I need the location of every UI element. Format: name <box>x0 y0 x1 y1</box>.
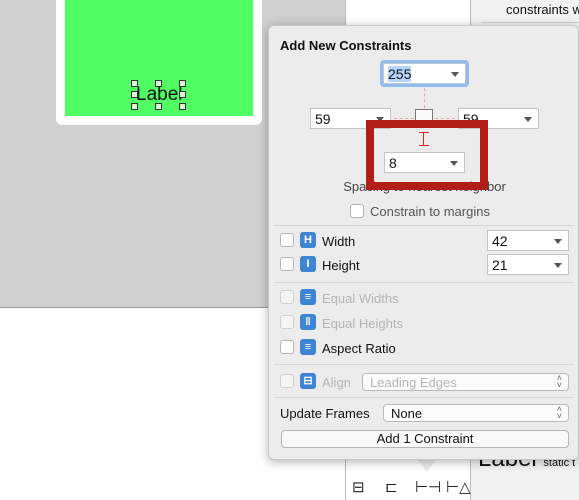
update-frames-label: Update Frames <box>280 406 370 421</box>
right-constraint-indicator[interactable] <box>435 118 455 119</box>
top-spacing-value: 255 <box>388 66 412 82</box>
resize-handle[interactable] <box>131 103 138 110</box>
height-checkbox[interactable] <box>280 257 294 271</box>
equal-widths-label: Equal Widths <box>322 291 399 306</box>
height-label: Height <box>322 258 360 273</box>
width-field[interactable]: 42 <box>487 230 569 251</box>
top-constraint-indicator[interactable] <box>424 88 425 108</box>
equal-heights-checkbox[interactable] <box>280 315 294 329</box>
width-checkbox[interactable] <box>280 233 294 247</box>
update-frames-select[interactable]: None ˄ ˅ <box>383 404 569 422</box>
popover-title: Add New Constraints <box>280 38 412 53</box>
align-label: Align <box>322 375 351 390</box>
align-value: Leading Edges <box>370 375 457 390</box>
resize-handle[interactable] <box>131 80 138 87</box>
stack-icon[interactable]: ⊟ <box>352 478 365 496</box>
resize-handle[interactable] <box>155 80 162 87</box>
pin-icon[interactable]: ⊢⊣ <box>415 478 441 496</box>
equal-heights-label: Equal Heights <box>322 316 403 331</box>
height-value: 21 <box>492 257 508 273</box>
equal-heights-icon: ‖ <box>300 314 316 330</box>
align-toolbar-icon[interactable]: ⊏ <box>385 478 398 496</box>
align-icon: ⊟ <box>300 373 316 389</box>
left-spacing-value: 59 <box>315 111 331 127</box>
width-value: 42 <box>492 233 508 249</box>
height-icon: I <box>300 256 316 272</box>
equal-widths-icon: ≡ <box>300 289 316 305</box>
resolve-icon[interactable]: ⊢△ <box>446 478 471 496</box>
highlight-box <box>366 120 488 190</box>
align-select[interactable]: Leading Edges ˄ ˅ <box>362 373 569 391</box>
constrain-margins-checkbox[interactable] <box>350 204 364 218</box>
height-field[interactable]: 21 <box>487 254 569 275</box>
resize-handle[interactable] <box>179 103 186 110</box>
resize-handle[interactable] <box>179 80 186 87</box>
equal-widths-checkbox[interactable] <box>280 290 294 304</box>
aspect-ratio-icon: ≡ <box>300 339 316 355</box>
constrain-margins-label: Constrain to margins <box>370 204 490 219</box>
width-icon: H <box>300 232 316 248</box>
align-checkbox[interactable] <box>280 374 294 388</box>
width-label: Width <box>322 234 356 249</box>
resize-handle[interactable] <box>155 103 162 110</box>
inspector-text: constraints w <box>506 2 579 17</box>
resize-handle[interactable] <box>179 91 186 98</box>
left-constraint-indicator[interactable] <box>394 118 414 119</box>
resize-handle[interactable] <box>131 91 138 98</box>
update-frames-value: None <box>391 406 423 421</box>
add-constraints-popover: Add New Constraints 255 59 59 8 Spacing … <box>268 25 579 460</box>
aspect-ratio-checkbox[interactable] <box>280 340 294 354</box>
add-constraint-button[interactable]: Add 1 Constraint <box>281 430 569 448</box>
top-spacing-field[interactable]: 255 <box>383 63 466 84</box>
aspect-ratio-label: Aspect Ratio <box>322 341 396 356</box>
